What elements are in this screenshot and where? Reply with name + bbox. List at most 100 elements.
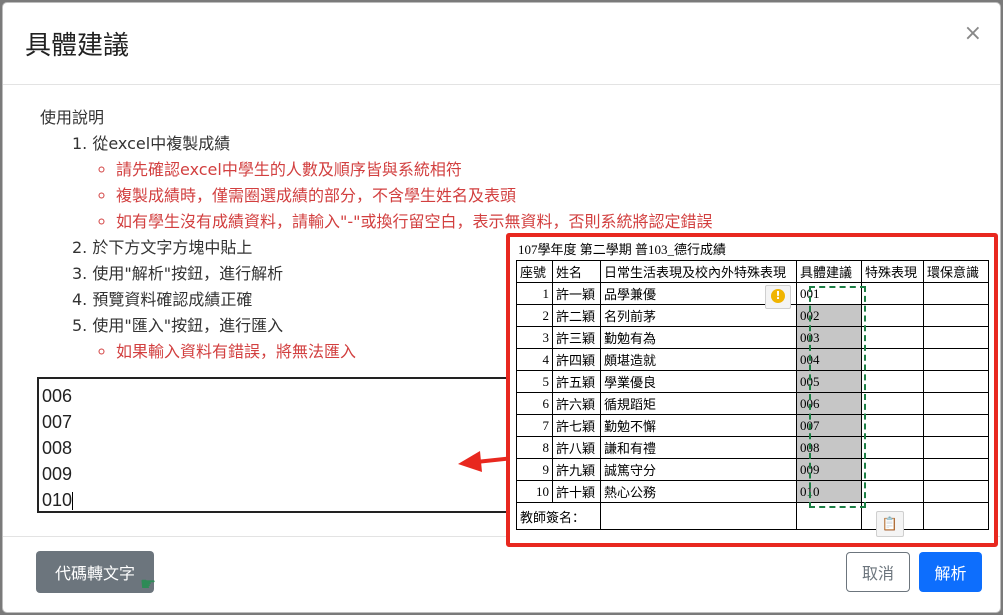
table-cell: 4	[516, 348, 553, 371]
table-cell: 勤勉不懈	[600, 414, 797, 437]
table-row: 4 許四穎 頗堪造就 004	[516, 348, 989, 371]
convert-code-button[interactable]: 代碼轉文字	[36, 551, 154, 593]
table-cell: 9	[516, 458, 553, 481]
table-cell	[861, 282, 924, 305]
table-row: 3 許三穎 勤勉有為 003	[516, 326, 989, 349]
table-cell: 004	[796, 348, 862, 371]
table-cell: 許六穎	[552, 392, 601, 415]
table-cell	[861, 370, 924, 393]
table-row: 10 許十穎 熱心公務 010	[516, 480, 989, 503]
table-cell	[600, 502, 797, 530]
table-cell: 006	[796, 392, 862, 415]
table-cell	[861, 458, 924, 481]
table-cell: 頗堪造就	[600, 348, 797, 371]
table-row: 5 許五穎 學業優良 005	[516, 370, 989, 393]
table-cell	[923, 348, 989, 371]
table-cell: 6	[516, 392, 553, 415]
instruction-note: 複製成績時，僅需圈選成績的部分，不含學生姓名及表頭	[116, 183, 713, 209]
table-row: 7 許七穎 勤勉不懈 007	[516, 414, 989, 437]
signature-label: 教師簽名：	[516, 502, 601, 530]
table-cell	[861, 414, 924, 437]
paste-line: 008	[42, 438, 73, 458]
table-cell	[923, 458, 989, 481]
table-cell	[861, 436, 924, 459]
cancel-button[interactable]: 取消	[846, 552, 910, 592]
table-cell: 許八穎	[552, 436, 601, 459]
col-header: 日常生活表現及校內外特殊表現	[600, 260, 797, 283]
instruction-step: 1. 從excel中複製成績	[72, 134, 231, 153]
table-cell	[923, 414, 989, 437]
table-cell: 許五穎	[552, 370, 601, 393]
table-cell: 8	[516, 436, 553, 459]
table-cell	[861, 348, 924, 371]
table-cell	[923, 502, 989, 530]
instructions-heading: 使用說明	[40, 108, 105, 127]
table-cell	[796, 502, 862, 530]
table-cell: 3	[516, 326, 553, 349]
close-icon[interactable]: ×	[964, 21, 982, 46]
col-header: 環保意識	[923, 260, 989, 283]
table-cell: 7	[516, 414, 553, 437]
table-row: 1 許一穎 品學兼優 001	[516, 282, 989, 305]
table-cell: 許一穎	[552, 282, 601, 305]
table-cell: 許七穎	[552, 414, 601, 437]
table-row: 6 許六穎 循規蹈矩 006	[516, 392, 989, 415]
table-cell: 005	[796, 370, 862, 393]
paste-textarea[interactable]: 006 007 008 009 010	[37, 377, 509, 513]
table-cell: 學業優良	[600, 370, 797, 393]
table-cell: 許二穎	[552, 304, 601, 327]
col-header: 特殊表現	[861, 260, 924, 283]
modal-header: 具體建議 ×	[3, 3, 1000, 85]
table-row: 8 許八穎 謙和有禮 008	[516, 436, 989, 459]
table-cell	[923, 304, 989, 327]
modal-title: 具體建議	[25, 31, 130, 61]
instruction-note: 如有學生沒有成績資料，請輸入"-"或換行留空白，表示無資料，否則系統將認定錯誤	[116, 209, 713, 235]
table-cell: 002	[796, 304, 862, 327]
table-cell	[923, 392, 989, 415]
table-cell: 許十穎	[552, 480, 601, 503]
paste-line: 009	[42, 464, 73, 484]
text-caret	[72, 492, 74, 511]
table-cell: 007	[796, 414, 862, 437]
sheet-table: 座號 姓名 日常生活表現及校內外特殊表現 具體建議 特殊表現 環保意識 1 許一穎…	[516, 260, 989, 530]
table-cell: 001	[796, 282, 862, 305]
paste-line: 006	[42, 386, 73, 406]
table-cell	[923, 326, 989, 349]
table-cell	[861, 326, 924, 349]
table-cell: 009	[796, 458, 862, 481]
table-cell: 勤勉有為	[600, 326, 797, 349]
table-cell	[923, 436, 989, 459]
header-row: 座號 姓名 日常生活表現及校內外特殊表現 具體建議 特殊表現 環保意識	[516, 260, 989, 283]
table-cell: 008	[796, 436, 862, 459]
table-cell: 010	[796, 480, 862, 503]
table-cell: 循規蹈矩	[600, 392, 797, 415]
col-header: 姓名	[552, 260, 601, 283]
table-cell	[923, 282, 989, 305]
paste-line: 007	[42, 412, 73, 432]
paste-line: 010	[42, 490, 74, 511]
table-row: 2 許二穎 名列前茅 002	[516, 304, 989, 327]
sheet-title: 107學年度 第二學期 普103_德行成績	[518, 242, 727, 257]
table-cell	[923, 370, 989, 393]
instruction-note: 請先確認excel中學生的人數及順序皆與系統相符	[116, 157, 713, 183]
table-cell	[861, 304, 924, 327]
table-cell: 5	[516, 370, 553, 393]
col-header: 座號	[516, 260, 553, 283]
paste-options-icon: 📋	[876, 511, 904, 537]
table-row: 9 許九穎 誠篤守分 009	[516, 458, 989, 481]
table-cell: 許四穎	[552, 348, 601, 371]
table-cell: 許九穎	[552, 458, 601, 481]
parse-button[interactable]: 解析	[919, 552, 982, 592]
spreadsheet: 107學年度 第二學期 普103_德行成績 座號 姓名 日常生活表現及校內外特殊…	[516, 240, 989, 537]
table-cell: 003	[796, 326, 862, 349]
col-header: 具體建議	[796, 260, 862, 283]
signature-row: 教師簽名：	[516, 502, 989, 530]
table-cell	[923, 480, 989, 503]
table-cell: 謙和有禮	[600, 436, 797, 459]
hand-cursor-icon: ☛	[140, 574, 157, 595]
table-cell: 許三穎	[552, 326, 601, 349]
excel-screenshot-callout: 107學年度 第二學期 普103_德行成績 座號 姓名 日常生活表現及校內外特殊…	[506, 233, 998, 547]
error-check-icon: !	[765, 285, 791, 309]
table-cell: 2	[516, 304, 553, 327]
table-cell	[861, 392, 924, 415]
